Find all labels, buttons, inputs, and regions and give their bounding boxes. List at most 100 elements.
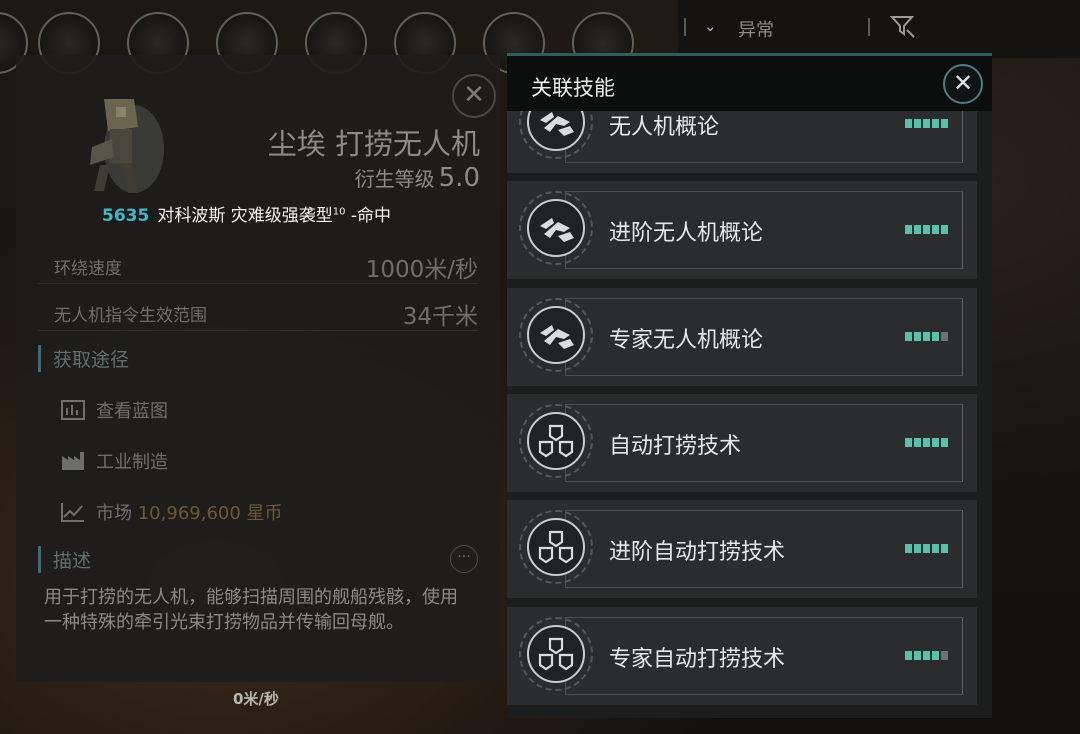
level-pip xyxy=(914,119,921,128)
view-blueprint-label: 查看蓝图 xyxy=(96,401,168,422)
level-pip xyxy=(914,225,921,234)
item-title: 尘埃 打捞无人机 xyxy=(267,127,480,161)
stat-label: 环绕速度 xyxy=(54,259,122,279)
market-chart-icon xyxy=(61,503,84,522)
skill-badge xyxy=(519,404,593,478)
drone-icon xyxy=(527,306,585,364)
match-suffix: -命中 xyxy=(350,206,392,226)
level-pip xyxy=(941,544,948,553)
skill-level-indicator xyxy=(905,651,948,660)
level-pip xyxy=(932,651,939,660)
stat-row: 无人机指令生效范围 34千米 xyxy=(38,291,478,331)
level-pip xyxy=(905,651,912,660)
market-label: 市场 xyxy=(96,503,132,524)
market-link[interactable]: 市场 10,969,600 星币 xyxy=(60,499,283,525)
skill-name: 自动打捞技术 xyxy=(609,434,742,459)
derive-level: 衍生等级 5.0 xyxy=(316,163,480,193)
skill-badge xyxy=(519,298,593,372)
more-options-icon[interactable]: ··· xyxy=(450,545,478,573)
stat-value: 1000米/秒 xyxy=(365,257,478,283)
stat-label: 无人机指令生效范围 xyxy=(54,306,207,326)
level-pip xyxy=(923,119,930,128)
level-pip xyxy=(923,332,930,341)
chevron-down-icon[interactable]: ⌄ xyxy=(704,17,717,35)
derive-level-value: 5.0 xyxy=(438,163,480,193)
level-pip xyxy=(941,438,948,447)
level-pip xyxy=(932,438,939,447)
skills-panel-title: 关联技能 xyxy=(531,76,615,100)
view-blueprint-link[interactable]: 查看蓝图 xyxy=(60,397,168,423)
level-pip xyxy=(923,225,930,234)
divider xyxy=(684,18,686,36)
level-pip xyxy=(932,225,939,234)
skill-row[interactable]: 进阶自动打捞技术 xyxy=(507,500,977,598)
match-number: 5635 xyxy=(102,206,150,226)
blueprint-icon xyxy=(61,400,85,420)
level-pip xyxy=(914,544,921,553)
manufacture-link[interactable]: 工业制造 xyxy=(60,448,168,474)
filter-icon[interactable] xyxy=(890,14,916,38)
derive-level-label: 衍生等级 xyxy=(354,167,435,191)
level-pip xyxy=(905,544,912,553)
skill-name: 无人机概论 xyxy=(609,115,720,140)
skill-badge xyxy=(519,191,593,265)
skill-name: 专家无人机概论 xyxy=(609,328,764,353)
skill-badge xyxy=(519,510,593,584)
skill-level-indicator xyxy=(905,225,948,234)
level-pip xyxy=(905,438,912,447)
level-pip xyxy=(941,225,948,234)
skill-badge xyxy=(519,617,593,691)
level-pip xyxy=(923,544,930,553)
skill-name: 专家自动打捞技术 xyxy=(609,647,786,672)
level-pip xyxy=(932,332,939,341)
description-heading: 描述 xyxy=(38,546,91,573)
skill-level-indicator xyxy=(905,438,948,447)
factory-icon xyxy=(62,452,84,470)
level-pip xyxy=(932,119,939,128)
level-pip xyxy=(932,544,939,553)
match-info: 5635 对科波斯 灾难级强袭型10 -命中 xyxy=(102,201,391,226)
level-pip xyxy=(941,332,948,341)
source-heading: 获取途径 xyxy=(38,345,129,372)
level-pip xyxy=(941,651,948,660)
stat-value: 34千米 xyxy=(402,304,478,330)
salvage-icon xyxy=(527,412,585,470)
level-pip xyxy=(941,119,948,128)
skill-level-indicator xyxy=(905,544,948,553)
skill-row[interactable]: 自动打捞技术 xyxy=(507,394,977,492)
close-icon[interactable]: ✕ xyxy=(452,74,496,118)
drone-icon xyxy=(527,199,585,257)
level-pip xyxy=(914,332,921,341)
skill-name: 进阶自动打捞技术 xyxy=(609,540,786,565)
skill-level-indicator xyxy=(905,119,948,128)
skill-row[interactable]: 进阶无人机概论 xyxy=(507,181,977,279)
level-pip xyxy=(905,225,912,234)
level-pip xyxy=(914,438,921,447)
level-pip xyxy=(905,119,912,128)
divider xyxy=(868,18,870,36)
filter-dropdown-label[interactable]: 异常 xyxy=(738,16,774,42)
salvage-icon xyxy=(527,625,585,683)
manufacture-label: 工业制造 xyxy=(96,452,168,473)
skills-panel-header: 关联技能 ✕ xyxy=(507,53,992,111)
item-info-panel: ✕ 尘埃 打捞无人机 衍生等级 5.0 5635 对科波斯 灾难级强袭型10 -命中… xyxy=(16,55,500,682)
close-icon[interactable]: ✕ xyxy=(943,64,983,104)
match-text: 对科波斯 灾难级强袭型 xyxy=(157,206,333,226)
related-skills-panel: 无人机概论进阶无人机概论 专家无人机概论 自动打捞技术进阶自动打捞技术 专家自动打捞技… xyxy=(507,53,992,718)
top-toolbar: ⌄ 异常 xyxy=(0,0,1080,74)
ship-speed-readout: 0米/秒 xyxy=(233,690,279,708)
level-pip xyxy=(905,332,912,341)
level-pip xyxy=(923,438,930,447)
item-description: 用于打捞的无人机，能够扫描周围的舰船残骸，使用一种特殊的牵引光束打捞物品并传输回… xyxy=(44,587,458,633)
level-pip xyxy=(923,651,930,660)
stat-row: 环绕速度 1000米/秒 xyxy=(38,244,478,284)
match-superscript: 10 xyxy=(332,206,346,218)
market-price: 10,969,600 星币 xyxy=(137,503,283,524)
skill-name: 进阶无人机概论 xyxy=(609,221,764,246)
level-pip xyxy=(914,651,921,660)
salvage-icon xyxy=(527,518,585,576)
salvage-drone-image xyxy=(90,99,164,193)
skill-row[interactable]: 专家自动打捞技术 xyxy=(507,607,977,705)
skill-level-indicator xyxy=(905,332,948,341)
skill-row[interactable]: 专家无人机概论 xyxy=(507,288,977,386)
